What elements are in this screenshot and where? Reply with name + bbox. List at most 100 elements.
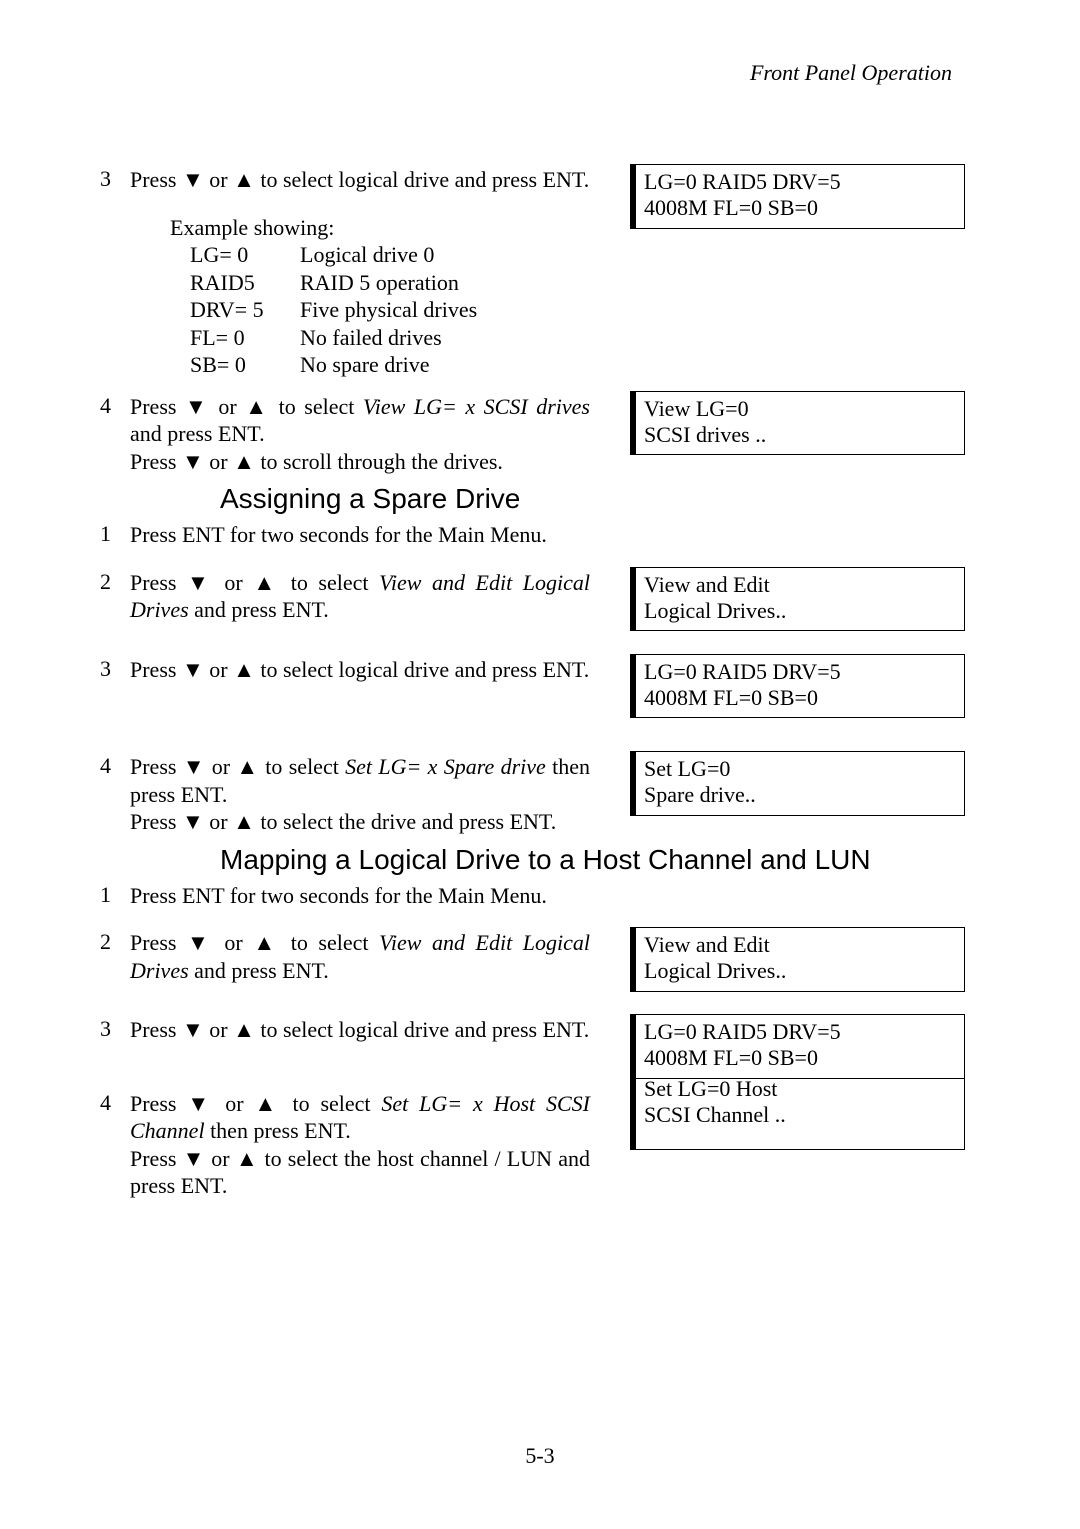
step-number: 1 bbox=[100, 521, 111, 547]
down-triangle-icon: ▼ bbox=[182, 1017, 204, 1042]
text: or bbox=[204, 167, 233, 192]
down-triangle-icon: ▼ bbox=[182, 809, 204, 834]
step-text: Press ▼ or ▲ to select logical drive and… bbox=[130, 1016, 590, 1044]
text: Press bbox=[130, 930, 187, 955]
lcd-display: LG=0 RAID5 DRV=5 4008M FL=0 SB=0 bbox=[630, 654, 965, 719]
down-triangle-icon: ▼ bbox=[182, 449, 204, 474]
table-row: FL= 0No failed drives bbox=[190, 324, 982, 352]
text: to scroll through the drives. bbox=[255, 449, 503, 474]
lcd-display: View and Edit Logical Drives.. bbox=[630, 567, 965, 632]
step-text: Press ▼ or ▲ to select View and Edit Log… bbox=[130, 929, 590, 984]
text: or bbox=[204, 1017, 233, 1042]
step-text: Press ENT for two seconds for the Main M… bbox=[130, 882, 590, 910]
cell: LG= 0 bbox=[190, 241, 300, 269]
up-triangle-icon: ▲ bbox=[233, 809, 255, 834]
step-text: Press ENT for two seconds for the Main M… bbox=[130, 521, 590, 549]
up-triangle-icon: ▲ bbox=[233, 1017, 255, 1042]
lcd-display: Set LG=0 Spare drive.. bbox=[630, 751, 965, 816]
up-triangle-icon: ▲ bbox=[236, 754, 259, 779]
step-number: 4 bbox=[100, 1090, 111, 1116]
text: Press bbox=[130, 1146, 183, 1171]
down-triangle-icon: ▼ bbox=[187, 570, 214, 595]
down-triangle-icon: ▼ bbox=[187, 1091, 214, 1116]
example-label: Example showing: bbox=[170, 214, 630, 242]
text: Press bbox=[130, 449, 182, 474]
text: or bbox=[204, 657, 233, 682]
text: or bbox=[205, 754, 236, 779]
cell: No spare drive bbox=[300, 351, 982, 379]
text: and press ENT. bbox=[189, 597, 329, 622]
down-triangle-icon: ▼ bbox=[182, 657, 204, 682]
running-head: Front Panel Operation bbox=[130, 60, 982, 86]
up-triangle-icon: ▲ bbox=[253, 930, 280, 955]
cell: SB= 0 bbox=[190, 351, 300, 379]
up-triangle-icon: ▲ bbox=[233, 657, 255, 682]
text-italic: View LG= x SCSI drives bbox=[363, 394, 590, 419]
lcd-display: View LG=0 SCSI drives .. bbox=[630, 391, 965, 456]
sec2-step3: 3 Press ▼ or ▲ to select logical drive a… bbox=[130, 656, 982, 684]
page-number: 5-3 bbox=[0, 1443, 1080, 1469]
up-triangle-icon: ▲ bbox=[233, 167, 255, 192]
sec1-step4: 4 Press ▼ or ▲ to select View LG= x SCSI… bbox=[130, 393, 982, 476]
step-text: Press ▼ or ▲ to select View LG= x SCSI d… bbox=[130, 393, 590, 476]
sec3-step2: 2 Press ▼ or ▲ to select View and Edit L… bbox=[130, 929, 982, 984]
cell: Five physical drives bbox=[300, 296, 982, 324]
text: to select logical drive and press ENT. bbox=[255, 657, 589, 682]
text: or bbox=[205, 1146, 236, 1171]
cell: Logical drive 0 bbox=[300, 241, 982, 269]
text: Press bbox=[130, 754, 183, 779]
step-number: 2 bbox=[100, 569, 111, 595]
up-triangle-icon: ▲ bbox=[253, 570, 280, 595]
text: Press bbox=[130, 809, 182, 834]
step-number: 3 bbox=[100, 656, 111, 682]
text: to select the drive and press ENT. bbox=[255, 809, 556, 834]
cell: DRV= 5 bbox=[190, 296, 300, 324]
down-triangle-icon: ▼ bbox=[187, 930, 214, 955]
up-triangle-icon: ▲ bbox=[236, 1146, 258, 1171]
step-number: 1 bbox=[100, 882, 111, 908]
step-number: 2 bbox=[100, 929, 111, 955]
cell: FL= 0 bbox=[190, 324, 300, 352]
step-text: Press ▼ or ▲ to select View and Edit Log… bbox=[130, 569, 590, 624]
up-triangle-icon: ▲ bbox=[233, 449, 255, 474]
up-triangle-icon: ▲ bbox=[255, 1091, 282, 1116]
text: Press bbox=[130, 1091, 187, 1116]
sec2-step2: 2 Press ▼ or ▲ to select View and Edit L… bbox=[130, 569, 982, 624]
text: Press bbox=[130, 570, 187, 595]
cell: RAID 5 operation bbox=[300, 269, 982, 297]
step-text: Press ▼ or ▲ to select logical drive and… bbox=[130, 656, 590, 684]
text: to select bbox=[280, 570, 379, 595]
text: to select bbox=[259, 754, 345, 779]
sec1-step3: 3 Press ▼ or ▲ to select logical drive a… bbox=[130, 166, 982, 194]
example-table: LG= 0Logical drive 0 RAID5RAID 5 operati… bbox=[190, 241, 982, 379]
text: to select logical drive and press ENT. bbox=[255, 167, 589, 192]
down-triangle-icon: ▼ bbox=[183, 754, 206, 779]
table-row: RAID5RAID 5 operation bbox=[190, 269, 982, 297]
text: or bbox=[214, 930, 253, 955]
cell: RAID5 bbox=[190, 269, 300, 297]
step-number: 4 bbox=[100, 393, 111, 419]
step-text: Press ▼ or ▲ to select Set LG= x Host SC… bbox=[130, 1090, 590, 1200]
step-number: 3 bbox=[100, 166, 111, 192]
table-row: DRV= 5Five physical drives bbox=[190, 296, 982, 324]
text: and press ENT. bbox=[189, 958, 329, 983]
text: to select bbox=[270, 394, 363, 419]
table-row: SB= 0No spare drive bbox=[190, 351, 982, 379]
text: or bbox=[214, 1091, 254, 1116]
sec2-step4: 4 Press ▼ or ▲ to select Set LG= x Spare… bbox=[130, 753, 982, 836]
text: or bbox=[204, 449, 233, 474]
step-text: Press ▼ or ▲ to select Set LG= x Spare d… bbox=[130, 753, 590, 836]
step-number: 4 bbox=[100, 753, 111, 779]
lcd-display: LG=0 RAID5 DRV=5 4008M FL=0 SB=0 bbox=[630, 1014, 965, 1079]
text: to select logical drive and press ENT. bbox=[255, 1017, 589, 1042]
sec3-step4: 4 Press ▼ or ▲ to select Set LG= x Host … bbox=[130, 1090, 982, 1200]
text: or bbox=[210, 394, 245, 419]
text: then press ENT. bbox=[205, 1118, 351, 1143]
down-triangle-icon: ▼ bbox=[182, 167, 204, 192]
section-heading-mapping: Mapping a Logical Drive to a Host Channe… bbox=[220, 844, 982, 876]
text: Press bbox=[130, 657, 182, 682]
sec3-step1: 1 Press ENT for two seconds for the Main… bbox=[130, 882, 982, 910]
page: Front Panel Operation 3 Press ▼ or ▲ to … bbox=[0, 0, 1080, 1529]
text: Press bbox=[130, 394, 185, 419]
step-number: 3 bbox=[100, 1016, 111, 1042]
